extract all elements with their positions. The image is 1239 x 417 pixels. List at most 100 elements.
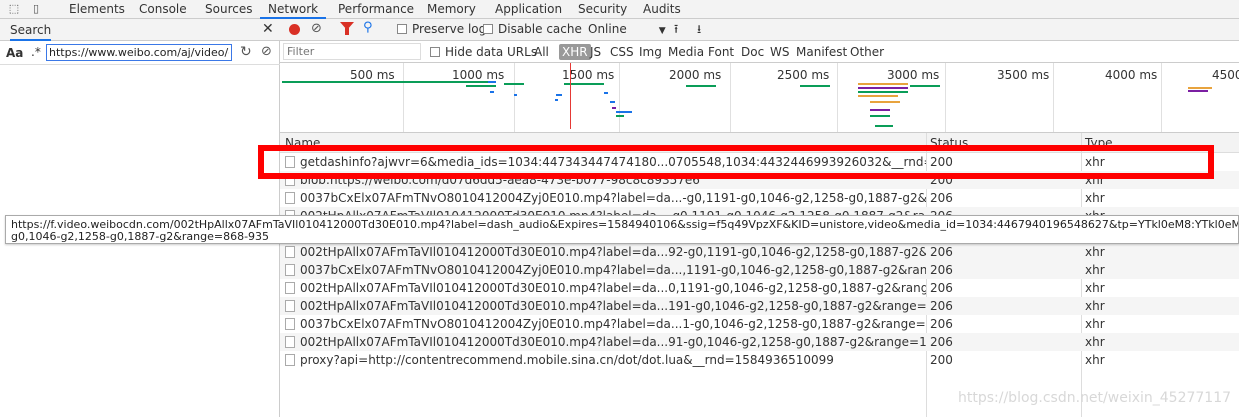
timeline-bar xyxy=(800,85,830,87)
request-type: xhr xyxy=(1085,263,1105,277)
table-row[interactable]: 002tHpAllx07AFmTaVIl010412000Td30E010.mp… xyxy=(280,333,1239,351)
file-icon xyxy=(285,300,295,312)
clear-icon[interactable]: ⊘ xyxy=(261,44,272,59)
table-row[interactable]: 002tHpAllx07AFmTaVIl010412000Td30E010.mp… xyxy=(280,243,1239,261)
request-name: 0037bCxElx07AFmTNvO8010412004Zyj0E010.mp… xyxy=(300,191,926,205)
import-har-icon[interactable]: ⭱ xyxy=(674,22,678,37)
search-input[interactable] xyxy=(46,44,232,61)
tab-network[interactable]: Network xyxy=(260,0,327,19)
timeline-bar xyxy=(870,101,900,103)
search-panel-header: Search ✕ xyxy=(0,19,280,41)
table-row[interactable]: proxy?api=http://contentrecommend.mobile… xyxy=(280,351,1239,369)
disable-cache-label: Disable cache xyxy=(498,22,582,36)
filter-type-ws[interactable]: WS xyxy=(770,45,789,59)
preserve-log-checkbox[interactable]: Preserve log xyxy=(397,22,486,37)
timeline-tick: 2000 ms xyxy=(669,68,722,82)
filter-type-doc[interactable]: Doc xyxy=(741,45,764,59)
close-icon[interactable]: ✕ xyxy=(262,21,274,37)
timeline-tick: 4500 xyxy=(1212,68,1239,82)
table-row[interactable]: 0037bCxElx07AFmTNvO8010412004Zyj0E010.mp… xyxy=(280,315,1239,333)
timeline-bar xyxy=(1188,90,1208,92)
match-case-button[interactable]: Aa xyxy=(6,46,23,60)
throttling-value: Online xyxy=(588,22,627,36)
request-status: 206 xyxy=(930,317,953,331)
filter-type-img[interactable]: Img xyxy=(639,45,662,59)
request-type: xhr xyxy=(1085,335,1105,349)
disable-cache-checkbox[interactable]: Disable cache xyxy=(483,22,582,37)
request-type: xhr xyxy=(1085,299,1105,313)
filter-input[interactable] xyxy=(283,43,421,60)
search-icon[interactable]: ⚲ xyxy=(363,20,373,35)
timeline-bar xyxy=(875,125,893,127)
filter-type-js[interactable]: JS xyxy=(590,45,601,59)
request-type: xhr xyxy=(1085,281,1105,295)
timeline-bar xyxy=(282,81,488,83)
filter-type-xhr[interactable]: XHR xyxy=(559,44,591,60)
file-icon xyxy=(285,192,295,204)
request-name: 002tHpAllx07AFmTaVIl010412000Td30E010.mp… xyxy=(300,299,926,313)
request-status: 206 xyxy=(930,299,953,313)
throttling-select[interactable]: Online ▼ xyxy=(588,22,666,39)
checkbox-box xyxy=(430,47,440,57)
refresh-icon[interactable]: ↻ xyxy=(240,44,252,60)
request-status: 206 xyxy=(930,191,953,205)
device-toolbar-icon[interactable]: ▯ xyxy=(30,3,42,15)
tab-application[interactable]: Application xyxy=(495,0,562,19)
timeline-bar xyxy=(858,91,908,93)
timeline-bar xyxy=(616,111,632,113)
filter-type-other[interactable]: Other xyxy=(850,45,884,59)
tab-memory[interactable]: Memory xyxy=(427,0,476,19)
request-name: 002tHpAllx07AFmTaVIl010412000Td30E010.mp… xyxy=(300,335,926,349)
tab-performance[interactable]: Performance xyxy=(338,0,414,19)
table-row[interactable]: 002tHpAllx07AFmTaVIl010412000Td30E010.mp… xyxy=(280,279,1239,297)
file-icon xyxy=(285,354,295,366)
hide-data-urls-checkbox[interactable]: Hide data URLs xyxy=(430,45,537,59)
filter-type-css[interactable]: CSS xyxy=(610,45,634,59)
timeline-gridline xyxy=(1161,63,1162,132)
timeline-gridline xyxy=(945,63,946,132)
file-icon xyxy=(285,264,295,276)
inspect-element-icon[interactable]: ⬚ xyxy=(8,3,20,15)
request-status: 206 xyxy=(930,245,953,259)
request-name: 002tHpAllx07AFmTaVIl010412000Td30E010.mp… xyxy=(300,245,926,259)
filter-type-manifest[interactable]: Manifest xyxy=(796,45,847,59)
timeline-gridline xyxy=(837,63,838,132)
table-row[interactable]: 002tHpAllx07AFmTaVIl010412000Td30E010.mp… xyxy=(280,297,1239,315)
timeline-tick: 2500 ms xyxy=(777,68,830,82)
export-har-icon[interactable]: ⭳ xyxy=(697,22,701,37)
tab-sources[interactable]: Sources xyxy=(205,0,252,19)
filter-type-font[interactable]: Font xyxy=(708,45,734,59)
timeline-bar xyxy=(555,99,558,101)
timeline-bar xyxy=(556,94,562,96)
tab-elements[interactable]: Elements xyxy=(69,0,125,19)
tab-console[interactable]: Console xyxy=(139,0,187,19)
timeline-bar xyxy=(910,85,940,87)
timeline-bar xyxy=(610,101,615,103)
request-type: xhr xyxy=(1085,353,1105,367)
timeline-overview[interactable]: 500 ms 1000 ms 1500 ms 2000 ms 2500 ms 3… xyxy=(280,63,1239,133)
timeline-bar xyxy=(466,85,496,87)
regex-button[interactable]: .* xyxy=(31,45,41,59)
filter-type-media[interactable]: Media xyxy=(668,45,704,59)
tab-audits[interactable]: Audits xyxy=(643,0,681,19)
timeline-bar xyxy=(858,83,908,85)
timeline-bar xyxy=(504,83,524,85)
filter-type-all[interactable]: All xyxy=(534,45,549,59)
timeline-tick: 3000 ms xyxy=(887,68,940,82)
load-event-line xyxy=(570,63,571,129)
tab-security[interactable]: Security xyxy=(578,0,627,19)
request-status: 206 xyxy=(930,281,953,295)
record-icon[interactable] xyxy=(289,24,300,35)
filter-icon-stem xyxy=(345,28,349,35)
timeline-bar xyxy=(488,81,496,83)
clear-log-icon[interactable]: ⊘ xyxy=(311,21,322,36)
table-row[interactable]: 0037bCxElx07AFmTNvO8010412004Zyj0E010.mp… xyxy=(280,189,1239,207)
network-toolbar: ⊘ ⚲ Preserve log Disable cache Online ▼ ⭱… xyxy=(280,19,1239,41)
search-panel-title[interactable]: Search xyxy=(10,23,52,41)
file-icon xyxy=(285,246,295,258)
highlight-box xyxy=(258,145,1214,179)
timeline-tick: 4000 ms xyxy=(1105,68,1158,82)
timeline-gridline xyxy=(514,63,515,132)
table-row[interactable]: 0037bCxElx07AFmTNvO8010412004Zyj0E010.mp… xyxy=(280,261,1239,279)
url-tooltip: https://f.video.weibocdn.com/002tHpAllx0… xyxy=(5,215,1239,244)
